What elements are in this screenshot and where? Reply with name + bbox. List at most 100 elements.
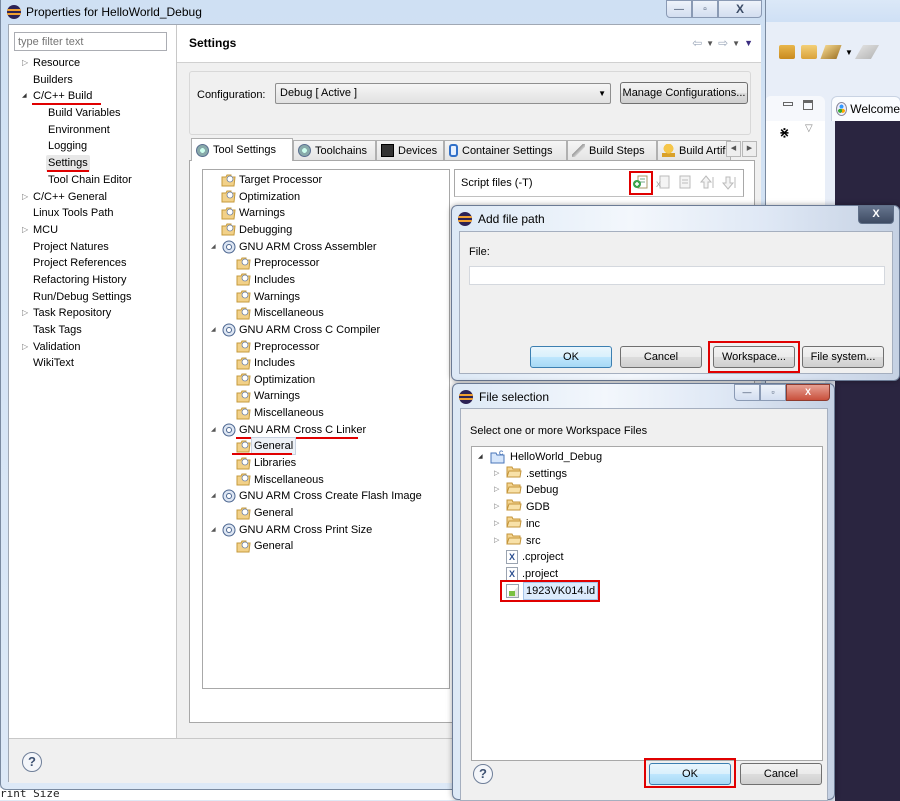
nav-item[interactable]: ▷ MCU: [9, 222, 177, 239]
nav-item[interactable]: ▷ Task Repository: [9, 305, 177, 322]
tab-build-steps[interactable]: Build Steps: [567, 140, 657, 160]
option-node[interactable]: Warnings: [236, 289, 300, 305]
fs-close-button[interactable]: X: [786, 384, 830, 401]
collapsed-arrow-icon[interactable]: ▷: [494, 516, 502, 532]
debug-bug-icon[interactable]: ⋇: [779, 125, 790, 141]
nav-item[interactable]: Project References: [9, 255, 177, 272]
back-icon[interactable]: ⇦: [692, 36, 702, 50]
collapsed-arrow-icon[interactable]: ▷: [22, 339, 32, 356]
workspace-tree[interactable]: ◢ C HelloWorld_Debug ▷ .settings ▷ Debug ▷ GDB ▷ i…: [471, 446, 823, 761]
collapsed-arrow-icon[interactable]: ▷: [494, 499, 502, 515]
expanded-arrow-icon[interactable]: ◢: [211, 422, 219, 438]
nav-item[interactable]: Task Tags: [9, 322, 177, 339]
option-node[interactable]: Warnings: [221, 205, 285, 221]
nav-item[interactable]: Linux Tools Path: [9, 205, 177, 222]
expanded-arrow-icon[interactable]: ◢: [211, 322, 219, 338]
tool-tree[interactable]: Target Processor Optimization Warnings Debu…: [202, 169, 450, 689]
title-bar[interactable]: Properties for HelloWorld_Debug: [1, 0, 765, 24]
filter-input[interactable]: [14, 32, 167, 51]
option-node[interactable]: Optimization: [221, 189, 300, 205]
nav-item[interactable]: ▷ C/C++ General: [9, 189, 177, 206]
folder-item[interactable]: ▷ inc: [494, 516, 540, 532]
option-node[interactable]: Includes: [236, 272, 295, 288]
add-dialog-titlebar[interactable]: Add file path: [458, 212, 545, 226]
tab-scroll-left-button[interactable]: ◀: [726, 141, 741, 157]
forward-icon[interactable]: ⇨: [718, 36, 728, 50]
option-node[interactable]: General: [236, 505, 293, 521]
minimize-view-icon[interactable]: [783, 102, 793, 106]
nav-item[interactable]: Build Variables: [9, 105, 177, 122]
tool-node[interactable]: ◢ GNU ARM Cross C Linker: [211, 422, 366, 439]
option-node[interactable]: Miscellaneous: [236, 305, 324, 321]
nav-item[interactable]: WikiText: [9, 355, 177, 372]
delete-icon[interactable]: x: [654, 174, 671, 191]
nav-item[interactable]: Logging: [9, 138, 177, 155]
open-folder-icon[interactable]: [801, 45, 817, 59]
edit-icon[interactable]: [676, 174, 693, 191]
collapsed-arrow-icon[interactable]: ▷: [22, 189, 32, 206]
project-item[interactable]: ◢ C HelloWorld_Debug: [478, 449, 602, 465]
file-item[interactable]: X .cproject: [494, 549, 564, 565]
option-node[interactable]: Debugging: [221, 222, 292, 238]
file-system-button[interactable]: File system...: [802, 346, 884, 368]
open-project-icon[interactable]: [779, 45, 795, 59]
dropdown-icon[interactable]: ▼: [845, 48, 853, 57]
add-dialog-close-button[interactable]: X: [858, 205, 894, 224]
tab-tool-settings[interactable]: Tool Settings: [191, 138, 293, 161]
fs-minimize-button[interactable]: —: [734, 384, 760, 401]
option-node[interactable]: Optimization: [236, 372, 315, 388]
help-icon[interactable]: ?: [22, 752, 42, 772]
file-path-input[interactable]: [469, 266, 885, 285]
option-node[interactable]: General: [232, 437, 297, 456]
move-up-icon[interactable]: [698, 174, 715, 191]
tab-devices[interactable]: Devices: [376, 140, 444, 160]
nav-item[interactable]: Project Natures: [9, 239, 177, 256]
maximize-view-icon[interactable]: [803, 100, 813, 110]
nav-item[interactable]: ▷ Resource: [9, 55, 177, 72]
nav-item[interactable]: ◢ C/C++ Build: [9, 88, 177, 106]
tool-node[interactable]: ◢ GNU ARM Cross C Compiler: [211, 322, 380, 338]
option-node[interactable]: Includes: [236, 355, 295, 371]
collapsed-arrow-icon[interactable]: ▷: [494, 482, 502, 498]
tool-node[interactable]: ◢ GNU ARM Cross Assembler: [211, 239, 377, 255]
expanded-arrow-icon[interactable]: ◢: [478, 449, 486, 465]
tab-scroll-right-button[interactable]: ▶: [742, 141, 757, 157]
option-node[interactable]: Preprocessor: [236, 339, 319, 355]
configuration-select[interactable]: Debug [ Active ] ▼: [275, 83, 611, 104]
folder-item[interactable]: ▷ Debug: [494, 482, 558, 498]
view-menu-icon[interactable]: ▽: [805, 123, 813, 134]
file-selection-titlebar[interactable]: File selection: [459, 390, 549, 404]
nav-item[interactable]: Tool Chain Editor: [9, 172, 177, 189]
collapsed-arrow-icon[interactable]: ▷: [22, 55, 32, 72]
tool-node[interactable]: ◢ GNU ARM Cross Create Flash Image: [211, 488, 422, 504]
option-node[interactable]: Target Processor: [221, 172, 322, 188]
tab-container-settings[interactable]: Container Settings: [444, 140, 567, 160]
folder-item[interactable]: ▷ src: [494, 533, 541, 549]
back-dropdown-icon[interactable]: ▼: [706, 39, 714, 48]
nav-item[interactable]: Builders: [9, 72, 177, 89]
expanded-arrow-icon[interactable]: ◢: [22, 88, 32, 105]
expanded-arrow-icon[interactable]: ◢: [211, 522, 219, 538]
forward-dropdown-icon[interactable]: ▼: [732, 39, 740, 48]
option-node[interactable]: General: [236, 538, 293, 554]
nav-item[interactable]: Settings: [9, 155, 177, 173]
option-node[interactable]: Miscellaneous: [236, 405, 324, 421]
option-node[interactable]: Miscellaneous: [236, 472, 324, 488]
collapsed-arrow-icon[interactable]: ▷: [494, 466, 502, 482]
folder-item[interactable]: ▷ GDB: [494, 499, 550, 515]
tab-build-artifa[interactable]: Build Artifa: [657, 140, 731, 160]
nav-item[interactable]: Run/Debug Settings: [9, 289, 177, 306]
nav-item[interactable]: Environment: [9, 122, 177, 139]
option-node[interactable]: Preprocessor: [236, 255, 319, 271]
minimize-button[interactable]: —: [666, 0, 692, 18]
move-down-icon[interactable]: [720, 174, 737, 191]
fs-maximize-button[interactable]: ▫: [760, 384, 786, 401]
option-node[interactable]: Libraries: [236, 455, 296, 471]
collapsed-arrow-icon[interactable]: ▷: [22, 222, 32, 239]
maximize-button[interactable]: ▫: [692, 0, 718, 18]
help-icon[interactable]: ?: [473, 764, 493, 784]
tab-toolchains[interactable]: Toolchains: [293, 140, 376, 160]
nav-item[interactable]: Refactoring History: [9, 272, 177, 289]
option-node[interactable]: Warnings: [236, 388, 300, 404]
nav-item[interactable]: ▷ Validation: [9, 339, 177, 356]
